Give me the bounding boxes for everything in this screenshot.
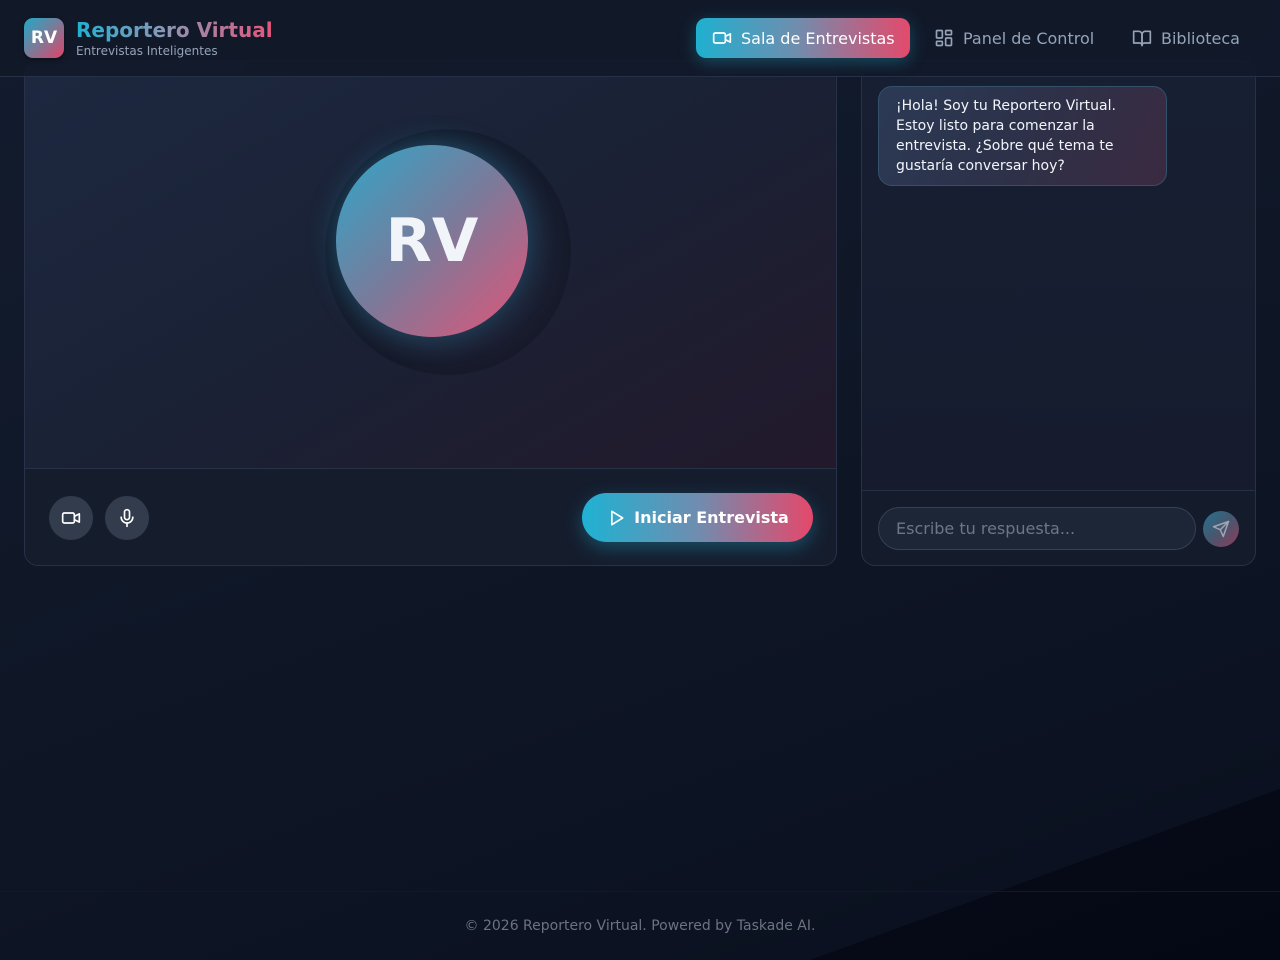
play-icon bbox=[611, 510, 624, 525]
open-book-icon bbox=[1132, 30, 1152, 47]
nav-biblioteca[interactable]: Biblioteca bbox=[1132, 18, 1240, 58]
chat-messages: ¡Hola! Soy tu Reportero Virtual. Estoy l… bbox=[862, 61, 1255, 491]
camera-toggle-button[interactable] bbox=[49, 496, 93, 540]
assistant-message: ¡Hola! Soy tu Reportero Virtual. Estoy l… bbox=[878, 86, 1167, 186]
footer-text: © 2026 Reportero Virtual. Powered by Tas… bbox=[464, 918, 816, 934]
microphone-icon bbox=[120, 508, 134, 528]
nav-sala-entrevistas[interactable]: Sala de Entrevistas bbox=[696, 18, 910, 58]
nav-label: Sala de Entrevistas bbox=[741, 28, 895, 48]
chat-panel: ¡Hola! Soy tu Reportero Virtual. Estoy l… bbox=[861, 60, 1256, 566]
nav-label: Panel de Control bbox=[963, 28, 1095, 48]
send-button[interactable] bbox=[1203, 511, 1239, 547]
send-icon bbox=[1212, 520, 1230, 538]
dashboard-grid-icon bbox=[935, 29, 953, 47]
video-controls: Iniciar Entrevista bbox=[25, 469, 836, 565]
reporter-avatar: RV bbox=[336, 145, 528, 337]
start-interview-button[interactable]: Iniciar Entrevista bbox=[582, 493, 813, 542]
nav-panel-control[interactable]: Panel de Control bbox=[934, 18, 1094, 58]
video-camera-icon bbox=[712, 32, 732, 44]
top-header: RV Reportero Virtual Entrevistas Intelig… bbox=[0, 0, 1280, 77]
nav-label: Biblioteca bbox=[1161, 28, 1240, 48]
brand-subtitle: Entrevistas Inteligentes bbox=[76, 44, 218, 58]
video-stage: RV bbox=[25, 61, 836, 469]
app-page: RV Reportero Virtual Entrevistas Intelig… bbox=[0, 0, 1280, 960]
video-panel: RV Iniciar Entrevista bbox=[24, 60, 837, 566]
video-camera-icon bbox=[61, 512, 81, 524]
page-footer: © 2026 Reportero Virtual. Powered by Tas… bbox=[0, 891, 1280, 960]
app-logo[interactable]: RV bbox=[24, 18, 64, 58]
chat-response-input[interactable] bbox=[878, 507, 1196, 550]
brand-title: Reportero Virtual bbox=[76, 18, 273, 42]
microphone-toggle-button[interactable] bbox=[105, 496, 149, 540]
start-interview-label: Iniciar Entrevista bbox=[634, 508, 789, 527]
